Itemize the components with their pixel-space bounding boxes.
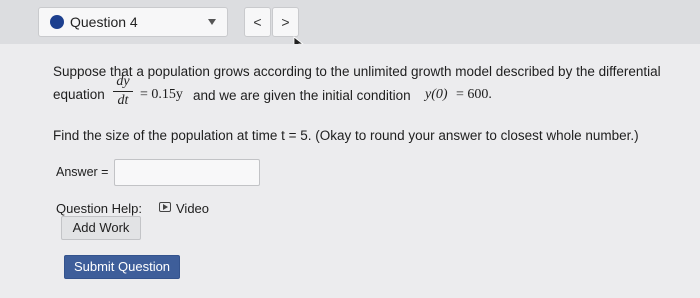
problem-line-2-middle: and we are given the initial condition: [193, 88, 411, 103]
previous-question-button[interactable]: <: [244, 7, 271, 37]
problem-line-1: Suppose that a population grows accordin…: [53, 64, 661, 79]
question-help-label: Question Help:: [56, 201, 142, 216]
fraction-numerator: dy: [116, 74, 130, 89]
question-selector[interactable]: Question 4: [38, 7, 228, 37]
initial-condition-lhs: y(0): [425, 87, 448, 102]
video-link[interactable]: Video: [176, 201, 209, 216]
video-play-icon[interactable]: [159, 202, 171, 212]
submit-question-button[interactable]: Submit Question: [64, 255, 180, 279]
fraction-bar: [113, 91, 133, 92]
initial-condition-rhs: = 600.: [456, 87, 492, 102]
question-selector-label: Question 4: [70, 14, 138, 30]
next-question-button[interactable]: >: [272, 7, 299, 37]
equation-rhs: = 0.15y: [140, 87, 183, 102]
derivative-fraction: dy dt: [113, 74, 133, 109]
question-toolbar: Question 4 < >: [0, 0, 700, 44]
question-status-dot: [50, 15, 64, 29]
answer-label: Answer =: [56, 165, 109, 179]
dropdown-caret-icon: [208, 19, 216, 25]
answer-input[interactable]: [114, 159, 260, 186]
problem-equation-prefix: equation: [53, 87, 105, 102]
fraction-denominator: dt: [117, 93, 129, 108]
question-prompt: Find the size of the population at time …: [53, 128, 639, 143]
add-work-button[interactable]: Add Work: [61, 216, 141, 240]
